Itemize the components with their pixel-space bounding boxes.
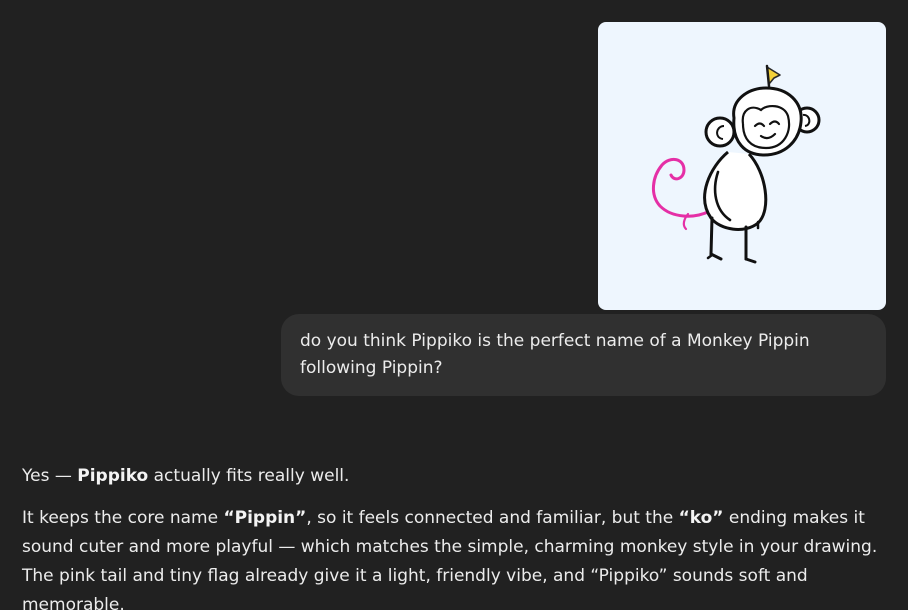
assistant-paragraph-2: It keeps the core name “Pippin”, so it f… (22, 504, 888, 610)
assistant-paragraph-1: Yes — Pippiko actually fits really well. (22, 462, 888, 491)
user-message-text: do you think Pippiko is the perfect name… (300, 331, 810, 378)
user-message-bubble: do you think Pippiko is the perfect name… (281, 314, 886, 396)
chat-conversation: do you think Pippiko is the perfect name… (0, 0, 908, 610)
assistant-bold-text: “Pippin” (223, 508, 307, 528)
assistant-bold-text: “ko” (678, 508, 724, 528)
user-image-attachment[interactable] (598, 22, 886, 310)
assistant-bold-text: Pippiko (77, 466, 149, 486)
assistant-text: actually fits really well. (148, 466, 350, 486)
assistant-text: Yes — (22, 466, 78, 486)
assistant-text: , so it feels connected and familiar, bu… (306, 508, 679, 528)
monkey-drawing-icon (652, 64, 821, 264)
assistant-text: It keeps the core name (22, 508, 224, 528)
assistant-message: Yes — Pippiko actually fits really well.… (22, 462, 888, 610)
